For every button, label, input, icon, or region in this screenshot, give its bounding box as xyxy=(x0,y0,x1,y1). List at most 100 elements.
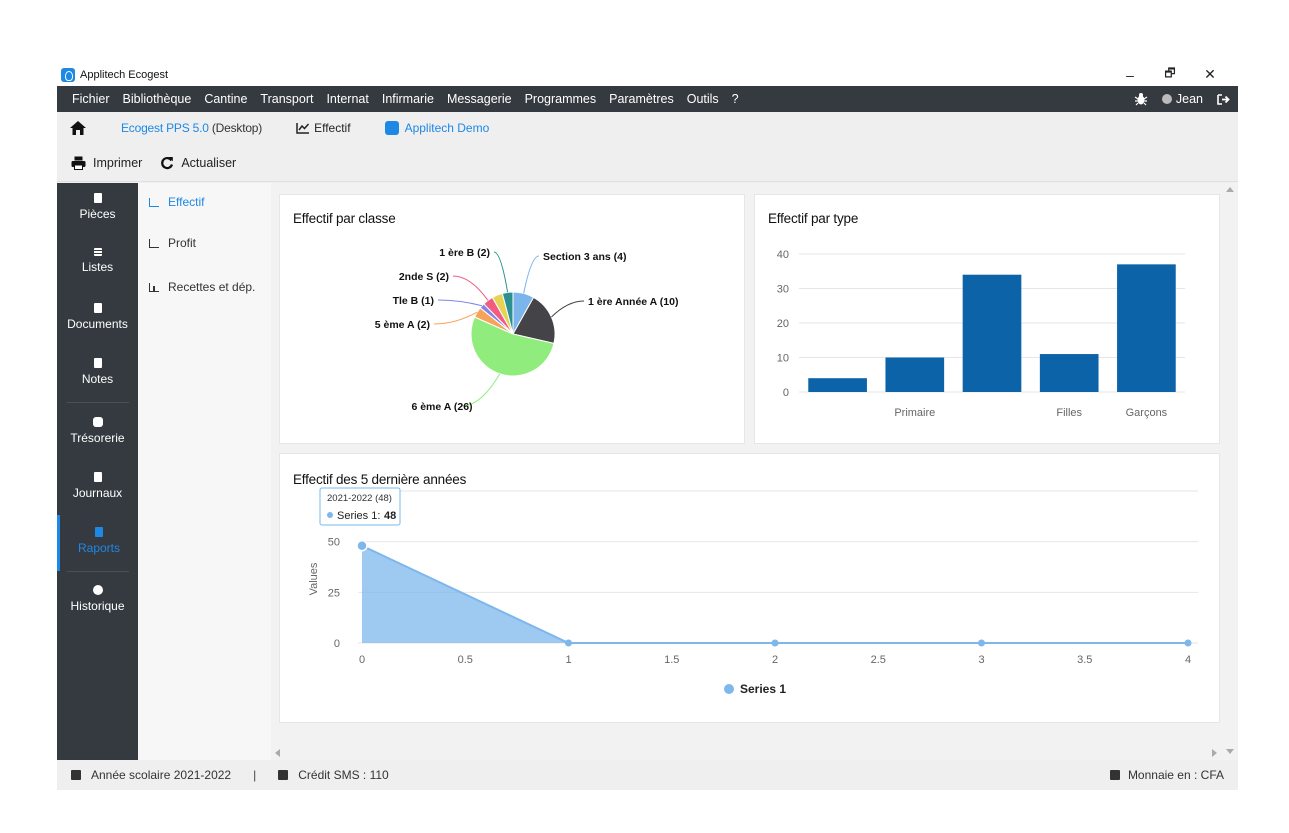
line-chart-icon xyxy=(149,197,159,207)
coins-icon xyxy=(1109,770,1120,780)
sidebar-label-journaux: Journaux xyxy=(72,486,123,500)
print-label: Imprimer xyxy=(93,155,143,170)
pie-label: Section 3 ans (4) xyxy=(543,251,626,263)
app-version-link[interactable]: Ecogest PPS 5.0 (Desktop) xyxy=(121,121,262,135)
legend-marker xyxy=(724,684,734,694)
user-menu[interactable]: Jean xyxy=(1161,92,1203,106)
menu-help[interactable]: ? xyxy=(725,92,745,106)
y-tick-label: 10 xyxy=(777,353,789,365)
effectif-breadcrumb-label: Effectif xyxy=(314,121,351,135)
x-tick-label: 1.5 xyxy=(664,654,679,666)
scroll-down-icon[interactable] xyxy=(1226,749,1234,754)
content-area: Effectif par classe Section 3 ans (4) 1 è… xyxy=(271,183,1237,760)
menu-messagerie[interactable]: Messagerie xyxy=(440,92,518,106)
restore-button[interactable]: 🗗 xyxy=(1150,64,1190,85)
sidebar-item-historique[interactable]: Historique xyxy=(57,585,138,613)
bar-chart-icon xyxy=(149,282,159,292)
bar xyxy=(808,378,867,392)
app-mode: (Desktop) xyxy=(208,121,263,135)
menu-parametres[interactable]: Paramètres xyxy=(602,92,680,106)
sidebar-label-documents: Documents xyxy=(67,317,128,331)
menu-cantine[interactable]: Cantine xyxy=(197,92,253,106)
scroll-right-icon[interactable] xyxy=(1212,749,1217,757)
tooltip-series-marker xyxy=(327,512,333,518)
sms-credit-status: Crédit SMS : 110 xyxy=(278,768,389,782)
logout-icon[interactable] xyxy=(1217,93,1230,106)
sidebar-item-pieces[interactable]: Pièces xyxy=(57,193,138,221)
document-icon xyxy=(93,303,102,313)
sidebar-item-raports[interactable]: Raports xyxy=(57,515,138,571)
sidebar-label-raports: Raports xyxy=(77,541,121,555)
close-button[interactable]: ✕ xyxy=(1190,66,1230,83)
sidebar-divider xyxy=(67,402,129,403)
data-point xyxy=(565,639,572,647)
home-icon[interactable] xyxy=(69,119,89,137)
app-logo-icon xyxy=(61,67,75,82)
bar xyxy=(885,357,945,392)
journal-icon xyxy=(93,472,102,482)
y-tick-label: 25 xyxy=(328,587,340,599)
treasury-icon xyxy=(92,417,103,427)
refresh-button[interactable]: Actualiser xyxy=(160,156,236,170)
vertical-scrollbar[interactable] xyxy=(1223,183,1237,760)
window-controls: – 🗗 ✕ xyxy=(1110,63,1230,86)
message-icon xyxy=(278,770,289,780)
data-point xyxy=(1184,639,1192,647)
data-point xyxy=(356,539,368,552)
minimize-button[interactable]: – xyxy=(1110,67,1150,83)
subnav-item-recettes[interactable]: Recettes et dép. xyxy=(149,280,255,294)
pie-connector xyxy=(493,251,509,293)
horizontal-scrollbar[interactable] xyxy=(271,746,1223,760)
menu-bibliotheque[interactable]: Bibliothèque xyxy=(116,92,198,106)
sidebar-item-tresorerie[interactable]: Trésorerie xyxy=(57,417,138,445)
y-tick-label: 50 xyxy=(328,537,340,549)
scroll-up-icon[interactable] xyxy=(1226,187,1234,192)
pie-label: 2nde S (2) xyxy=(399,271,449,283)
x-tick-label: 2.5 xyxy=(871,654,886,666)
subnav-item-effectif[interactable]: Effectif xyxy=(149,195,204,209)
subnav-label-effectif: Effectif xyxy=(168,195,205,209)
demo-link[interactable]: Applitech Demo xyxy=(384,121,489,135)
menu-infirmarie[interactable]: Infirmarie xyxy=(375,92,440,106)
sidebar-label-notes: Notes xyxy=(81,372,114,386)
menu-fichier[interactable]: Fichier xyxy=(65,92,116,106)
sidebar-item-notes[interactable]: Notes xyxy=(57,358,138,386)
sidebar-item-listes[interactable]: Listes xyxy=(57,248,138,274)
x-tick-label: Primaire xyxy=(894,407,935,419)
y-tick-label: 40 xyxy=(777,249,789,261)
x-tick-label: 0.5 xyxy=(458,654,473,666)
sidebar-item-journaux[interactable]: Journaux xyxy=(57,472,138,500)
menu-transport[interactable]: Transport xyxy=(253,92,319,106)
sidebar-divider xyxy=(67,571,129,572)
status-bar: Année scolaire 2021-2022 | Crédit SMS : … xyxy=(57,760,1238,790)
pie-connector xyxy=(551,300,585,318)
pie-label: 1 ère B (2) xyxy=(439,247,490,259)
x-tick-label: 3 xyxy=(978,654,984,666)
menu-outils[interactable]: Outils xyxy=(680,92,725,106)
print-button[interactable]: Imprimer xyxy=(71,156,142,170)
pie-chart: Section 3 ans (4) 1 ère Année A (10) 6 ème… xyxy=(375,247,679,413)
applitech-icon xyxy=(384,121,399,135)
status-separator: | xyxy=(253,768,257,782)
menu-internat[interactable]: Internat xyxy=(319,92,374,106)
app-version: Ecogest PPS 5.0 xyxy=(121,121,209,135)
subnav-item-profit[interactable]: Profit xyxy=(149,236,196,250)
user-name: Jean xyxy=(1175,92,1203,106)
y-tick-label: 0 xyxy=(334,638,340,650)
app-window: Applitech Ecogest – 🗗 ✕ Fichier Biblioth… xyxy=(57,63,1238,790)
sidebar-item-documents[interactable]: Documents xyxy=(57,303,138,331)
sidebar-label-pieces: Pièces xyxy=(79,207,116,221)
menu-right: Jean xyxy=(1134,86,1230,112)
area-chart-card: Effectif des 5 dernière années 0 25 50 Valu… xyxy=(279,453,1220,723)
data-point xyxy=(771,639,779,647)
effectif-breadcrumb[interactable]: Effectif xyxy=(296,121,351,135)
scroll-left-icon[interactable] xyxy=(275,749,280,757)
legend-label: Series 1 xyxy=(740,682,786,696)
menu-bar: Fichier Bibliothèque Cantine Transport I… xyxy=(57,86,1238,112)
menu-programmes[interactable]: Programmes xyxy=(518,92,603,106)
pie-connector xyxy=(437,299,483,307)
sidebar-label-tresorerie: Trésorerie xyxy=(70,431,125,445)
title-bar: Applitech Ecogest – 🗗 ✕ xyxy=(57,63,1238,86)
area-chart: 0 25 50 Values 0 0.5 1 1.5 2 2.5 3 3.5 4 2021-2022 (4… xyxy=(308,487,1198,696)
bug-icon[interactable] xyxy=(1134,92,1148,106)
